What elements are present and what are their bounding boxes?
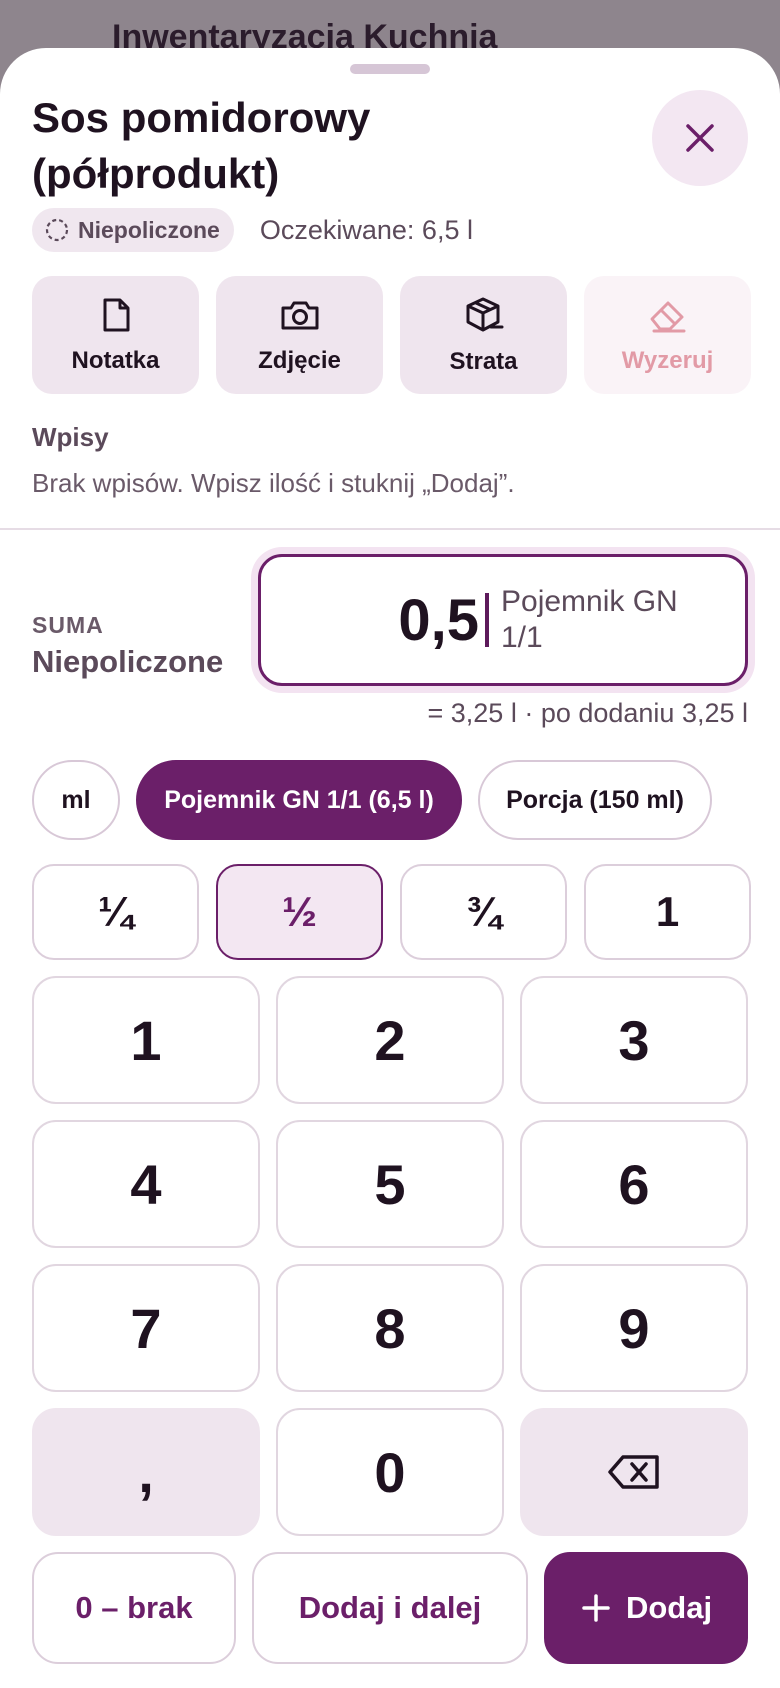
close-icon bbox=[686, 124, 714, 152]
close-button[interactable] bbox=[652, 90, 748, 186]
quantity-unit: Pojemnik GN 1/1 bbox=[501, 585, 678, 654]
unit-chip-portion[interactable]: Porcja (150 ml) bbox=[478, 760, 712, 840]
fraction-three-quarters-button[interactable]: ¾ bbox=[400, 864, 567, 960]
key-4[interactable]: 4 bbox=[32, 1120, 260, 1248]
unit-chip-gn-container[interactable]: Pojemnik GN 1/1 (6,5 l) bbox=[136, 760, 462, 840]
count-bottom-sheet: Sos pomidorowy (półprodukt) Niepoliczone… bbox=[0, 48, 780, 1688]
eraser-icon bbox=[650, 301, 685, 333]
dashed-circle-icon bbox=[45, 218, 69, 242]
backspace-icon bbox=[608, 1455, 659, 1489]
plus-icon bbox=[582, 1594, 610, 1622]
note-button-label: Notatka bbox=[71, 347, 160, 374]
sum-value: Niepoliczone bbox=[32, 644, 224, 679]
reset-button-label: Wyzeruj bbox=[621, 347, 714, 374]
loss-button-label: Strata bbox=[449, 348, 518, 375]
reset-button[interactable]: Wyzeruj bbox=[584, 276, 751, 394]
conversion-summary: = 3,25 l · po dodaniu 3,25 l bbox=[427, 698, 749, 728]
add-and-next-button[interactable]: Dodaj i dalej bbox=[252, 1552, 528, 1664]
key-2[interactable]: 2 bbox=[276, 976, 504, 1104]
key-5[interactable]: 5 bbox=[276, 1120, 504, 1248]
entries-heading: Wpisy bbox=[32, 422, 109, 452]
zero-none-button[interactable]: 0 – brak bbox=[32, 1552, 236, 1664]
key-6[interactable]: 6 bbox=[520, 1120, 748, 1248]
photo-button[interactable]: Zdjęcie bbox=[216, 276, 383, 394]
text-cursor bbox=[485, 593, 489, 647]
numeric-keypad: 1 2 3 4 5 6 7 8 9 , 0 bbox=[32, 976, 748, 1536]
section-divider bbox=[0, 528, 780, 530]
quantity-value: 0,5 bbox=[398, 587, 479, 653]
key-1[interactable]: 1 bbox=[32, 976, 260, 1104]
unit-chip-ml[interactable]: ml bbox=[32, 760, 120, 840]
note-icon bbox=[103, 298, 129, 332]
add-button[interactable]: Dodaj bbox=[544, 1552, 748, 1664]
unit-selector: ml Pojemnik GN 1/1 (6,5 l) Porcja (150 m… bbox=[32, 760, 712, 840]
note-button[interactable]: Notatka bbox=[32, 276, 199, 394]
quantity-input[interactable]: 0,5 Pojemnik GN 1/1 bbox=[258, 554, 748, 686]
fraction-buttons: ¼ ½ ¾ 1 bbox=[32, 864, 751, 960]
status-badge: Niepoliczone bbox=[32, 208, 234, 252]
action-row: Notatka Zdjęcie Strata Wyzeruj bbox=[32, 276, 751, 394]
key-3[interactable]: 3 bbox=[520, 976, 748, 1104]
key-8[interactable]: 8 bbox=[276, 1264, 504, 1392]
box-minus-icon bbox=[466, 297, 503, 332]
photo-button-label: Zdjęcie bbox=[258, 347, 341, 374]
fraction-quarter-button[interactable]: ¼ bbox=[32, 864, 199, 960]
key-0[interactable]: 0 bbox=[276, 1408, 504, 1536]
item-title: Sos pomidorowy (półprodukt) bbox=[32, 94, 371, 197]
bottom-actions: 0 – brak Dodaj i dalej Dodaj bbox=[32, 1552, 748, 1664]
key-7[interactable]: 7 bbox=[32, 1264, 260, 1392]
backspace-key[interactable] bbox=[520, 1408, 748, 1536]
entries-empty-message: Brak wpisów. Wpisz ilość i stuknij „Doda… bbox=[32, 468, 515, 498]
fraction-one-button[interactable]: 1 bbox=[584, 864, 751, 960]
expected-quantity: Oczekiwane: 6,5 l bbox=[259, 214, 473, 245]
sheet-grabber[interactable] bbox=[350, 64, 430, 74]
status-row: Niepoliczone Oczekiwane: 6,5 l bbox=[32, 208, 473, 252]
loss-button[interactable]: Strata bbox=[400, 276, 567, 394]
key-decimal-comma[interactable]: , bbox=[32, 1408, 260, 1536]
add-button-label: Dodaj bbox=[625, 1590, 713, 1625]
fraction-half-button[interactable]: ½ bbox=[216, 864, 383, 960]
key-9[interactable]: 9 bbox=[520, 1264, 748, 1392]
camera-icon bbox=[281, 301, 318, 330]
sum-label: SUMA bbox=[32, 612, 104, 638]
status-badge-label: Niepoliczone bbox=[78, 216, 220, 243]
